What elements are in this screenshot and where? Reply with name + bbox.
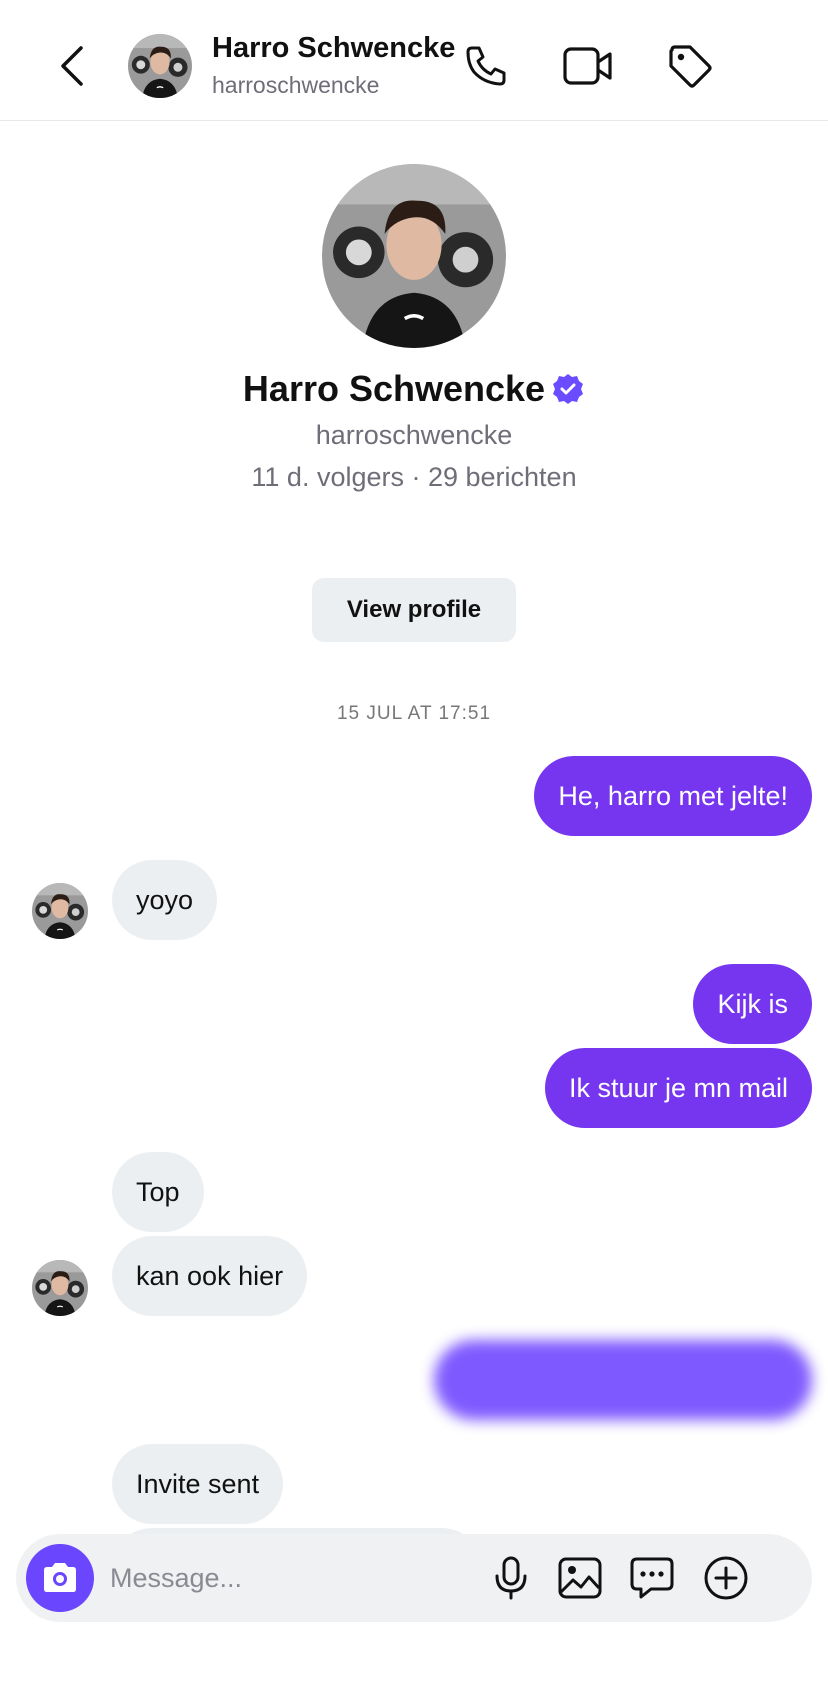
image-icon [558, 1557, 602, 1599]
video-call-button[interactable] [560, 38, 616, 94]
chat-bubble-icon [630, 1557, 674, 1599]
video-camera-icon [563, 47, 612, 85]
profile-name-row: Harro Schwencke [0, 368, 828, 410]
gallery-button[interactable] [556, 1554, 604, 1602]
message-avatar[interactable] [32, 883, 88, 939]
more-options-button[interactable] [702, 1554, 750, 1602]
back-button[interactable] [50, 38, 94, 94]
message-incoming[interactable]: Invite sent [112, 1444, 284, 1524]
message-composer [16, 1534, 812, 1622]
camera-icon [44, 1563, 76, 1592]
profile-avatar[interactable] [322, 164, 506, 348]
message-timestamp: 15 JUL AT 17:51 [336, 703, 492, 724]
sticker-button[interactable] [628, 1554, 676, 1602]
microphone-icon [495, 1556, 527, 1600]
profile-name: Harro Schwencke [242, 368, 546, 409]
header-contact-name[interactable]: Harro Schwencke [212, 32, 462, 65]
plus-circle-icon [704, 1556, 748, 1600]
tag-button[interactable] [662, 38, 718, 94]
message-avatar[interactable] [32, 1260, 88, 1316]
message-outgoing[interactable]: He, harro met jelte! [534, 756, 812, 836]
message-outgoing[interactable]: Kijk is [693, 964, 812, 1044]
chevron-left-icon [61, 46, 83, 86]
profile-handle: harroschwencke [315, 420, 513, 450]
header-avatar[interactable] [128, 34, 192, 98]
phone-icon [466, 46, 506, 86]
header-contact-handle: harroschwencke [212, 72, 380, 98]
view-profile-button[interactable]: View profile [312, 578, 516, 642]
message-incoming[interactable]: Top [112, 1152, 204, 1232]
profile-stats: 11 d. volgers · 29 berichten [251, 462, 577, 492]
voice-call-button[interactable] [458, 38, 514, 94]
message-incoming[interactable]: kan ook hier [112, 1236, 308, 1316]
message-incoming[interactable]: yoyo [112, 860, 218, 940]
voice-message-button[interactable] [487, 1554, 535, 1602]
camera-button[interactable] [26, 1544, 94, 1612]
message-input[interactable] [110, 1556, 440, 1600]
message-outgoing[interactable]: Ik stuur je mn mail [544, 1048, 812, 1128]
message-outgoing-blurred[interactable] [434, 1340, 812, 1420]
tag-icon [669, 45, 712, 88]
verified-badge-icon [553, 374, 584, 404]
